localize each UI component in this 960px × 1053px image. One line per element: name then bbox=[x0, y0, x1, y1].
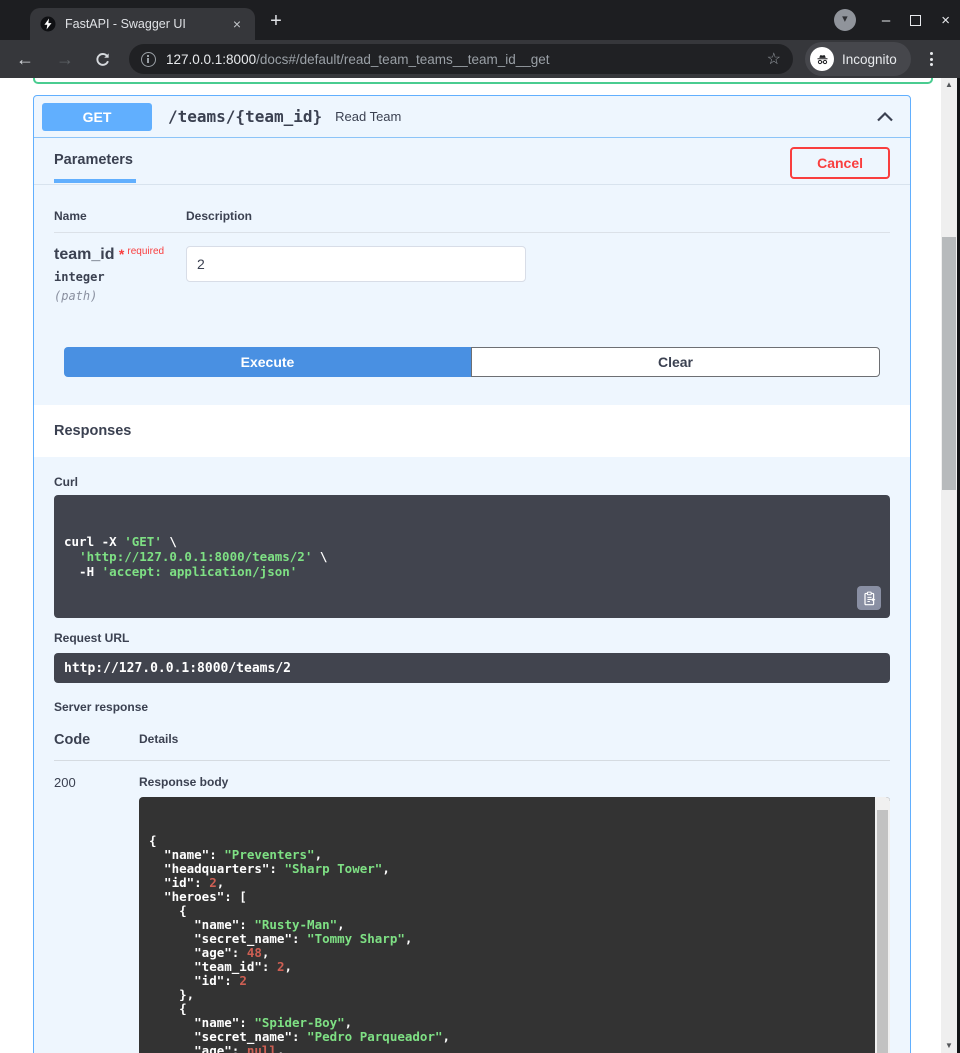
parameter-name: team_id *required bbox=[54, 246, 186, 264]
column-code: Code bbox=[54, 732, 139, 748]
request-url-value: http://127.0.0.1:8000/teams/2 bbox=[54, 653, 890, 683]
column-details: Details bbox=[139, 732, 178, 748]
parameters-header-row: Parameters Cancel bbox=[34, 138, 910, 185]
bookmark-star-icon[interactable]: ☆ bbox=[767, 49, 781, 69]
browser-toolbar: ← → 127.0.0.1:8000/docs#/default/read_te… bbox=[0, 40, 960, 78]
parameter-type: integer bbox=[54, 270, 186, 284]
browser-menu-icon[interactable] bbox=[923, 50, 941, 68]
back-button[interactable]: ← bbox=[16, 50, 34, 68]
incognito-icon bbox=[810, 47, 834, 71]
page-scrollbar[interactable]: ▲ ▼ bbox=[941, 78, 957, 1053]
responses-section-header: Responses bbox=[34, 405, 910, 457]
response-details: Response body { "name": "Preventers", "h… bbox=[139, 773, 890, 1053]
new-tab-button[interactable]: + bbox=[264, 10, 288, 34]
incognito-badge: Incognito bbox=[805, 42, 911, 76]
address-bar[interactable]: 127.0.0.1:8000/docs#/default/read_team_t… bbox=[129, 44, 793, 74]
required-star: * bbox=[119, 246, 124, 262]
parameter-meta: team_id *required integer (path) bbox=[54, 246, 186, 303]
endpoint-summary: Read Team bbox=[335, 109, 401, 124]
maximize-button[interactable] bbox=[910, 15, 921, 26]
response-row: 200 Response body { "name": "Preventers"… bbox=[54, 761, 890, 1053]
parameter-row: team_id *required integer (path) bbox=[54, 233, 890, 303]
team-id-input[interactable] bbox=[186, 246, 526, 282]
window-close-button[interactable]: × bbox=[941, 13, 950, 28]
method-badge: GET bbox=[42, 103, 152, 131]
execute-row: Execute Clear bbox=[64, 347, 880, 377]
previous-endpoint-bottom-edge bbox=[33, 78, 933, 84]
parameters-table-header: Name Description bbox=[54, 185, 890, 233]
responses-title: Responses bbox=[54, 423, 131, 439]
curl-command-block: curl -X 'GET' \ 'http://127.0.0.1:8000/t… bbox=[54, 495, 890, 618]
parameter-description-cell bbox=[186, 246, 526, 303]
browser-tab[interactable]: FastAPI - Swagger UI × bbox=[30, 8, 255, 40]
response-table-header: Code Details bbox=[54, 732, 890, 761]
page-scroll-down-icon[interactable]: ▼ bbox=[941, 1039, 957, 1053]
window-controls: ▾ – × bbox=[834, 0, 950, 40]
page-scrollbar-thumb[interactable] bbox=[942, 237, 956, 490]
tab-title: FastAPI - Swagger UI bbox=[65, 17, 229, 31]
clear-button[interactable]: Clear bbox=[471, 347, 880, 377]
reload-button[interactable] bbox=[94, 51, 111, 68]
browser-titlebar: FastAPI - Swagger UI × + ▾ – × bbox=[0, 0, 960, 40]
copy-to-clipboard-button[interactable] bbox=[857, 586, 881, 610]
response-body-scrollbar[interactable]: ▲ bbox=[875, 797, 890, 1053]
cancel-button[interactable]: Cancel bbox=[790, 147, 890, 179]
parameter-location: (path) bbox=[54, 289, 186, 303]
tab-parameters[interactable]: Parameters bbox=[54, 152, 136, 183]
execute-button[interactable]: Execute bbox=[64, 347, 471, 377]
response-body-label: Response body bbox=[139, 775, 890, 789]
responses-inner: Curl curl -X 'GET' \ 'http://127.0.0.1:8… bbox=[34, 457, 910, 1053]
column-description: Description bbox=[186, 209, 252, 223]
curl-label: Curl bbox=[54, 475, 890, 489]
operation-summary[interactable]: GET /teams/{team_id} Read Team bbox=[34, 96, 910, 138]
column-name: Name bbox=[54, 209, 186, 223]
response-scrollbar-thumb[interactable] bbox=[877, 810, 888, 1053]
profile-chip-icon[interactable]: ▾ bbox=[834, 9, 856, 31]
tab-close-icon[interactable]: × bbox=[229, 16, 245, 32]
minimize-button[interactable]: – bbox=[882, 13, 890, 28]
server-response-label: Server response bbox=[54, 700, 890, 714]
url-path: /docs#/default/read_team_teams__team_id_… bbox=[256, 52, 549, 67]
url-text[interactable]: 127.0.0.1:8000/docs#/default/read_team_t… bbox=[166, 52, 759, 67]
status-code: 200 bbox=[54, 773, 139, 1053]
collapse-chevron-icon[interactable] bbox=[876, 111, 894, 122]
fastapi-favicon-icon bbox=[40, 16, 56, 32]
incognito-label: Incognito bbox=[842, 52, 897, 67]
required-label: required bbox=[127, 246, 164, 257]
response-body-block: { "name": "Preventers", "headquarters": … bbox=[139, 797, 890, 1053]
endpoint-path: /teams/{team_id} bbox=[168, 107, 322, 126]
request-url-label: Request URL bbox=[54, 631, 890, 645]
parameters-table: Name Description team_id *required integ… bbox=[34, 185, 910, 303]
forward-button[interactable]: → bbox=[56, 50, 74, 68]
swagger-page: GET /teams/{team_id} Read Team Parameter… bbox=[0, 78, 941, 1053]
page-scroll-up-icon[interactable]: ▲ bbox=[941, 78, 957, 92]
get-operation-block: GET /teams/{team_id} Read Team Parameter… bbox=[33, 95, 911, 1053]
site-info-icon[interactable] bbox=[141, 52, 156, 67]
url-host: 127.0.0.1:8000 bbox=[166, 52, 256, 67]
